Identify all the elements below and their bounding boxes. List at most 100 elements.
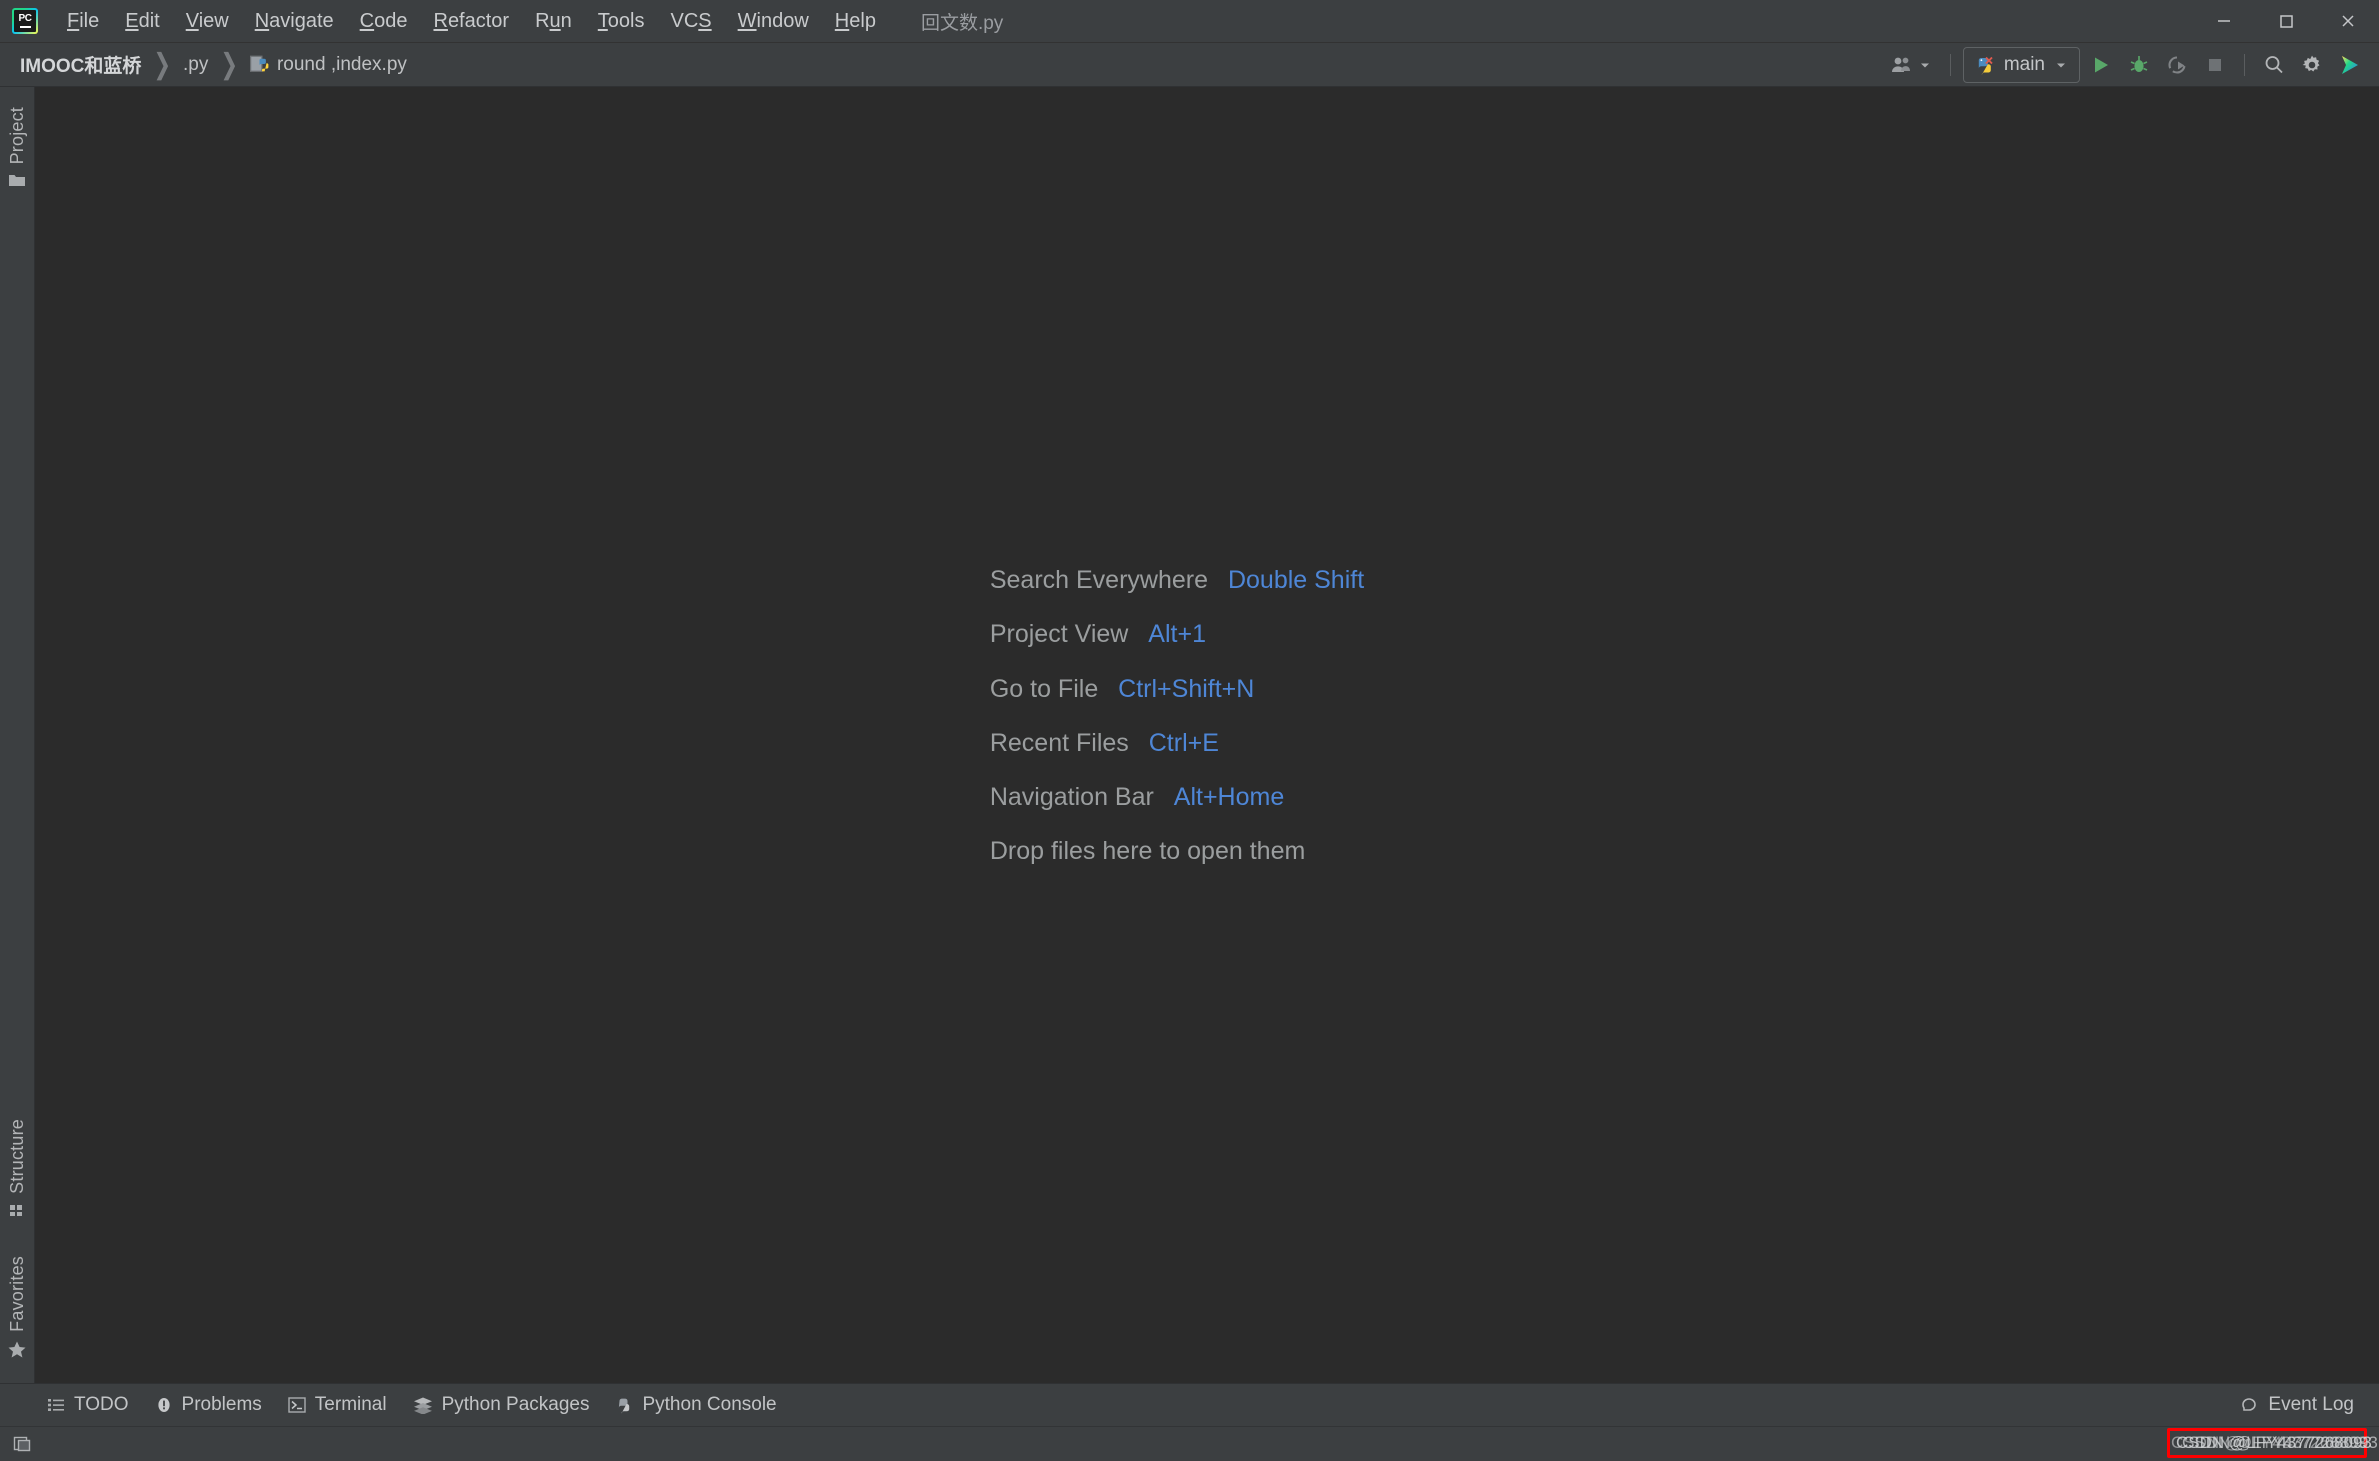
event-log-button[interactable]: Event Log	[2227, 1389, 2367, 1421]
hint-project-view: Project View Alt+1	[990, 619, 1364, 650]
structure-icon	[10, 1205, 22, 1217]
folder-icon	[9, 175, 25, 187]
maximize-icon	[2280, 15, 2293, 28]
terminal-icon	[288, 1397, 306, 1413]
title-bar: PC File Edit View Navigate Code Refactor…	[0, 0, 2379, 43]
hint-navigation-bar: Navigation Bar Alt+Home	[990, 782, 1364, 813]
menu-bar: File Edit View Navigate Code Refactor Ru…	[54, 6, 889, 37]
menu-run[interactable]: Run	[522, 6, 585, 37]
run-configuration-label: main	[2003, 53, 2045, 75]
menu-help[interactable]: Help	[822, 6, 889, 37]
chevron-down-icon	[1920, 63, 1929, 67]
breadcrumb-project-root[interactable]: IMOOC和蓝桥	[14, 49, 147, 80]
tool-window-python-console[interactable]: Python Console	[602, 1389, 789, 1421]
breadcrumb: IMOOC和蓝桥 ❯ .py ❯ round ,index.py	[14, 49, 413, 80]
packages-icon	[413, 1397, 432, 1414]
navigation-bar: IMOOC和蓝桥 ❯ .py ❯ round ,index.py main	[0, 43, 2379, 87]
editor-empty-area[interactable]: Search Everywhere Double Shift Project V…	[35, 87, 2379, 1383]
bottom-tool-window-stripe: TODO Problems Terminal Python Packages P…	[0, 1383, 2379, 1426]
close-icon	[2342, 15, 2354, 27]
run-configuration-selector[interactable]: main	[1962, 46, 2080, 83]
logo-text: PC	[18, 13, 32, 24]
todo-list-icon	[48, 1399, 64, 1411]
updates-icon	[2342, 55, 2358, 74]
tool-window-label: Python Packages	[441, 1394, 590, 1415]
hint-go-to-file: Go to File Ctrl+Shift+N	[990, 674, 1364, 705]
menu-navigate[interactable]: Navigate	[242, 6, 347, 37]
csdn-watermark: CSDN @LFY4377268093 CSDN @LFY4377268093 …	[2167, 1428, 2378, 1458]
python-file-icon	[249, 55, 269, 72]
hint-search-everywhere: Search Everywhere Double Shift	[990, 565, 1364, 596]
run-button[interactable]	[2084, 49, 2118, 81]
users-icon	[1891, 57, 1910, 72]
close-button[interactable]	[2317, 0, 2379, 42]
menu-code[interactable]: Code	[347, 6, 421, 37]
run-with-coverage-button[interactable]	[2160, 49, 2194, 81]
menu-window[interactable]: Window	[725, 6, 822, 37]
search-button[interactable]	[2257, 49, 2291, 81]
hint-action: Drop files here to open them	[989, 837, 1306, 866]
menu-tools[interactable]: Tools	[585, 6, 658, 37]
main-toolbar: main	[1884, 46, 2367, 83]
menu-vcs[interactable]: VCS	[658, 6, 725, 37]
status-bar: CSDN @LFY4377268093 CSDN @LFY4377268093 …	[0, 1426, 2379, 1461]
maximize-button[interactable]	[2255, 0, 2317, 42]
pycharm-window: PC File Edit View Navigate Code Refactor…	[0, 0, 2379, 1461]
hint-action: Project View	[989, 620, 1129, 649]
hint-shortcut: Alt+1	[1148, 620, 1206, 649]
sidebar-item-favorites[interactable]: Favorites	[5, 1250, 30, 1365]
users-button[interactable]	[1884, 51, 1938, 79]
gear-icon	[2302, 55, 2320, 71]
hint-action: Recent Files	[989, 728, 1129, 757]
sidebar-item-structure[interactable]: Structure	[5, 1113, 30, 1224]
debug-button[interactable]	[2122, 49, 2156, 81]
menu-file[interactable]: File	[54, 6, 112, 37]
search-icon	[2265, 55, 2283, 73]
tool-window-python-packages[interactable]: Python Packages	[400, 1389, 603, 1421]
run-icon	[2095, 57, 2108, 72]
run-with-coverage-icon	[2168, 55, 2186, 74]
stop-button[interactable]	[2198, 49, 2232, 81]
sidebar-item-project[interactable]: Project	[5, 101, 30, 194]
watermark-text: CSDN @LFY4377268093	[2171, 1433, 2367, 1452]
tool-windows-layout-icon	[13, 1436, 31, 1452]
menu-view[interactable]: View	[173, 6, 242, 37]
tool-window-todo[interactable]: TODO	[34, 1389, 142, 1421]
updates-button[interactable]	[2333, 49, 2367, 81]
tool-windows-layout-button[interactable]	[8, 1431, 38, 1457]
hint-drop-files: Drop files here to open them	[990, 836, 1364, 867]
settings-button[interactable]	[2295, 49, 2329, 81]
problems-icon	[157, 1398, 170, 1412]
breadcrumb-separator: ❯	[220, 48, 238, 81]
hint-shortcut: Double Shift	[1227, 566, 1365, 594]
hint-recent-files: Recent Files Ctrl+E	[990, 728, 1364, 759]
pycharm-logo-icon: PC	[12, 8, 38, 34]
minimize-button[interactable]	[2193, 0, 2255, 42]
tool-window-problems[interactable]: Problems	[142, 1389, 275, 1421]
hint-shortcut: Alt+Home	[1173, 783, 1285, 811]
debug-icon	[2130, 55, 2148, 72]
tool-window-label: Python Console	[642, 1394, 777, 1415]
event-log-icon	[2242, 1397, 2257, 1411]
star-icon	[8, 1341, 26, 1358]
breadcrumb-folder-py[interactable]: .py	[177, 52, 214, 78]
tool-window-label: TODO	[74, 1394, 129, 1415]
sidebar-item-label: Favorites	[6, 1256, 27, 1332]
sidebar-item-label: Structure	[6, 1119, 27, 1195]
hint-action: Go to File	[989, 674, 1099, 703]
tool-window-terminal[interactable]: Terminal	[275, 1389, 400, 1421]
window-controls	[2193, 0, 2379, 42]
python-run-config-icon	[1978, 56, 1993, 75]
hint-shortcut: Ctrl+E	[1148, 728, 1219, 757]
hint-shortcut: Ctrl+Shift+N	[1118, 674, 1255, 703]
tool-window-label: Problems	[181, 1394, 262, 1415]
menu-edit[interactable]: Edit	[112, 6, 172, 37]
menu-refactor[interactable]: Refactor	[420, 6, 522, 37]
chevron-down-icon	[2057, 63, 2065, 67]
left-tool-window-stripe: Project Structure Favorites	[0, 87, 35, 1383]
toolbar-divider	[2244, 53, 2245, 76]
editor-hints-list: Search Everywhere Double Shift Project V…	[990, 565, 1364, 868]
event-log-label: Event Log	[2268, 1394, 2354, 1415]
hint-action: Search Everywhere	[989, 566, 1208, 594]
breadcrumb-file[interactable]: round ,index.py	[244, 52, 413, 78]
